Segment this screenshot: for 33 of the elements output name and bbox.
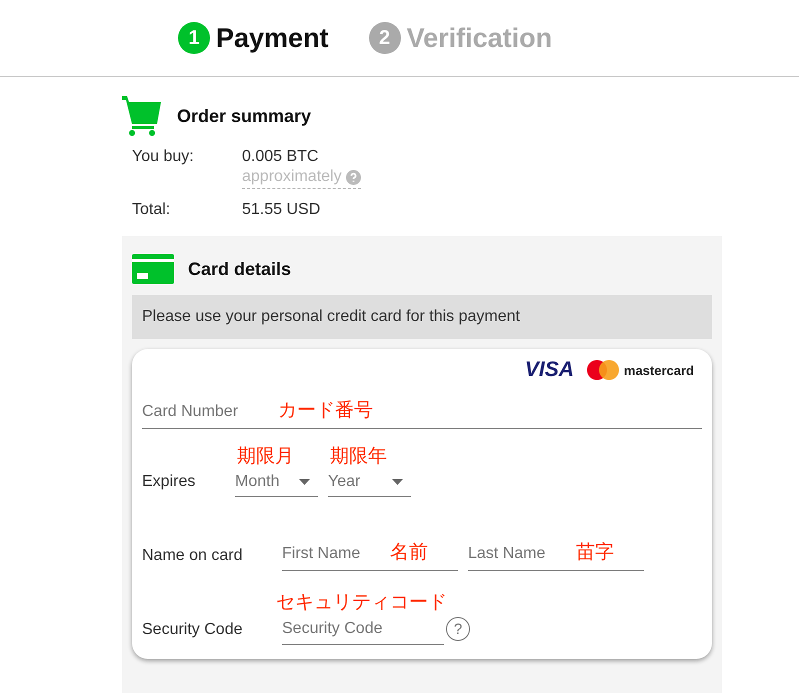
summary-label: You buy: bbox=[132, 148, 195, 167]
section-title: Order summary bbox=[177, 106, 312, 126]
field-label: Expires bbox=[142, 473, 196, 492]
summary-label: Total: bbox=[132, 201, 172, 219]
summary-value: 51.55 USD bbox=[242, 201, 320, 219]
approximate-note: approximately bbox=[242, 168, 342, 186]
annotation-text: 苗字 bbox=[576, 541, 614, 565]
field-label: Name on card bbox=[142, 547, 244, 566]
help-button[interactable]: ? bbox=[446, 617, 470, 641]
annotation-text: カード番号 bbox=[278, 399, 373, 423]
step-number-badge: 2 bbox=[368, 22, 401, 54]
help-icon[interactable] bbox=[346, 170, 361, 184]
visa-logo: VISA bbox=[524, 358, 574, 382]
select-field[interactable]: Month bbox=[235, 467, 318, 497]
step-label: Verification bbox=[406, 22, 552, 54]
annotation-text: 名前 bbox=[390, 541, 428, 565]
field-label: Security Code bbox=[142, 621, 244, 640]
input-field[interactable]: Security Code bbox=[282, 613, 444, 645]
summary-value: 0.005 BTC bbox=[242, 148, 320, 166]
section-title: Card details bbox=[188, 258, 292, 280]
caret-icon bbox=[299, 478, 310, 484]
credit-card-icon bbox=[132, 254, 174, 284]
annotation-text: セキュリティコード bbox=[276, 591, 447, 615]
overlapping-circles-icon bbox=[586, 359, 620, 381]
step-number-badge: 1 bbox=[178, 22, 210, 54]
cart-icon bbox=[122, 96, 162, 136]
annotation-text: 期限年 bbox=[329, 445, 388, 467]
notice-text: Please use your personal credit card for this payment bbox=[142, 308, 520, 326]
mastercard-logo: mastercard bbox=[624, 362, 694, 378]
caret-icon bbox=[392, 478, 403, 484]
select-field[interactable]: Year bbox=[328, 467, 411, 497]
annotation-text: 期限月 bbox=[236, 445, 295, 467]
step-label: Payment bbox=[216, 22, 329, 54]
